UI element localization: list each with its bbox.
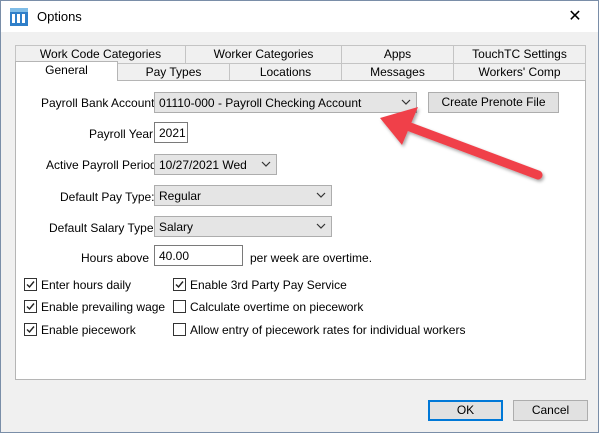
payroll-year-value: 2021 xyxy=(159,126,186,140)
create-prenote-file-button[interactable]: Create Prenote File xyxy=(428,92,559,113)
tab-locations[interactable]: Locations xyxy=(229,63,342,81)
checkmark-icon xyxy=(26,303,35,311)
default-salary-type-dropdown[interactable]: Salary xyxy=(154,216,332,237)
options-window: Options ✕ Work Code Categories Worker Ca… xyxy=(0,0,599,433)
chevron-down-icon xyxy=(261,161,271,167)
payroll-bank-account-dropdown[interactable]: 01110-000 - Payroll Checking Account xyxy=(154,92,417,113)
tab-touchtc-settings[interactable]: TouchTC Settings xyxy=(453,45,586,63)
tab-worker-categories[interactable]: Worker Categories xyxy=(185,45,342,63)
chevron-down-icon xyxy=(316,223,326,229)
default-pay-type-value: Regular xyxy=(159,189,202,203)
cancel-button[interactable]: Cancel xyxy=(513,400,588,421)
checkmark-icon xyxy=(175,281,184,289)
payroll-bank-account-value: 01110-000 - Payroll Checking Account xyxy=(159,96,362,110)
hours-above-input[interactable]: 40.00 xyxy=(154,245,243,266)
hours-above-label: Hours above xyxy=(81,251,150,265)
active-payroll-period-dropdown[interactable]: 10/27/2021 Wed xyxy=(154,154,277,175)
ok-button[interactable]: OK xyxy=(428,400,503,421)
close-button[interactable]: ✕ xyxy=(552,1,598,32)
active-payroll-period-label: Active Payroll Period: xyxy=(46,158,161,172)
default-salary-type-label: Default Salary Type: xyxy=(49,221,157,235)
active-payroll-period-value: 10/27/2021 Wed xyxy=(159,158,247,172)
default-pay-type-dropdown[interactable]: Regular xyxy=(154,185,332,206)
payroll-year-label: Payroll Year: xyxy=(89,127,157,141)
title-bar: Options ✕ xyxy=(1,1,598,32)
tab-apps[interactable]: Apps xyxy=(341,45,454,63)
window-title: Options xyxy=(37,9,82,24)
tab-row-front: General Pay Types Locations Messages Wor… xyxy=(15,61,586,81)
tab-messages[interactable]: Messages xyxy=(341,63,454,81)
checkmark-icon xyxy=(26,326,35,334)
payroll-year-input[interactable]: 2021 xyxy=(154,122,188,143)
payroll-bank-account-label: Payroll Bank Account: xyxy=(41,96,158,110)
chevron-down-icon xyxy=(316,192,326,198)
close-icon: ✕ xyxy=(568,8,582,25)
hours-above-suffix: per week are overtime. xyxy=(250,251,373,265)
default-pay-type-label: Default Pay Type: xyxy=(60,190,155,204)
tab-general[interactable]: General xyxy=(15,61,118,81)
tab-pay-types[interactable]: Pay Types xyxy=(117,63,230,81)
hours-above-value: 40.00 xyxy=(159,249,190,263)
chevron-down-icon xyxy=(401,99,411,105)
checkmark-icon xyxy=(26,281,35,289)
tab-workers-comp[interactable]: Workers' Comp xyxy=(453,63,586,81)
options-app-icon xyxy=(10,8,28,26)
default-salary-type-value: Salary xyxy=(159,220,194,234)
